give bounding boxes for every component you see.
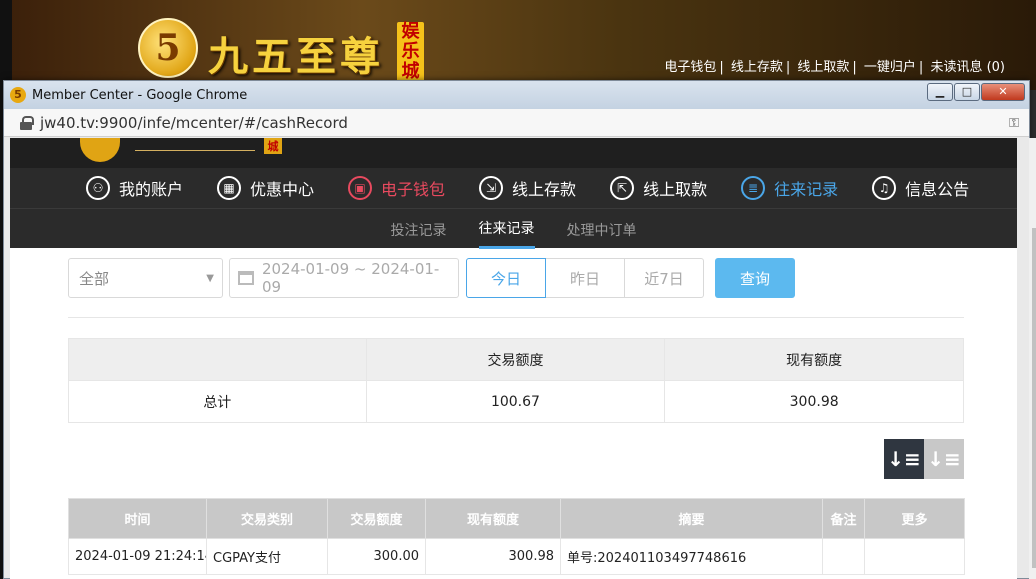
calendar-icon bbox=[238, 271, 254, 285]
top-link-wallet[interactable]: 电子钱包 bbox=[664, 60, 716, 75]
last-7-days-button[interactable]: 近7日 bbox=[625, 258, 704, 298]
summary-header-blank bbox=[68, 338, 367, 381]
type-select-value: 全部 bbox=[79, 269, 110, 288]
bell-icon: ♫ bbox=[872, 176, 897, 200]
table-row[interactable]: 2024-01-09 21:24:14 CGPAY支付 300.00 300.9… bbox=[68, 538, 965, 575]
cell-summary: 单号:202401103497748616 bbox=[560, 538, 823, 575]
divider bbox=[68, 317, 964, 318]
page-viewport: 城 ⚇ 我的账户 ▦ 优惠中心 ▣ 电子钱包 ⇲ 线上存款 ⇱ 线上取款 ≣ 往… bbox=[10, 138, 1017, 579]
nav-label: 优惠中心 bbox=[250, 180, 315, 199]
top-link-one-click[interactable]: 一键归户 bbox=[864, 60, 916, 75]
deposit-icon: ⇲ bbox=[479, 176, 504, 200]
summary-header-row: 交易额度 现有额度 bbox=[68, 338, 964, 381]
summary-row-label: 总计 bbox=[68, 380, 367, 423]
ornament-line bbox=[135, 150, 255, 151]
favicon-icon: 5 bbox=[10, 87, 26, 103]
tab-pending-orders[interactable]: 处理中订单 bbox=[567, 210, 637, 248]
address-bar[interactable]: jw40.tv:9900/infe/mcenter/#/cashRecord ⚿ bbox=[4, 109, 1029, 137]
logo-text: 九五至尊 bbox=[208, 33, 384, 80]
scrollbar-thumb[interactable] bbox=[1032, 228, 1036, 568]
filter-row: 全部 ▼ 2024-01-09 ~ 2024-01-09 今日 昨日 近7日 查… bbox=[68, 258, 795, 298]
nav-my-account[interactable]: ⚇ 我的账户 bbox=[86, 176, 183, 200]
cell-balance: 300.98 bbox=[425, 538, 561, 575]
col-summary: 摘要 bbox=[560, 498, 823, 539]
nav-announcements[interactable]: ♫ 信息公告 bbox=[872, 176, 969, 200]
lock-icon bbox=[20, 115, 34, 130]
tab-transaction-records[interactable]: 往来记录 bbox=[478, 208, 535, 249]
nav-label: 线上存款 bbox=[512, 180, 577, 199]
nav-label: 往来记录 bbox=[774, 180, 839, 199]
cell-type: CGPAY支付 bbox=[206, 538, 328, 575]
type-select[interactable]: 全部 ▼ bbox=[68, 258, 223, 298]
sort-descending-icon[interactable]: ↓≡ bbox=[884, 439, 924, 479]
col-note: 备注 bbox=[822, 498, 865, 539]
tab-bet-records[interactable]: 投注记录 bbox=[391, 210, 447, 248]
user-icon: ⚇ bbox=[86, 176, 110, 200]
url-text[interactable]: jw40.tv:9900/infe/mcenter/#/cashRecord bbox=[40, 114, 348, 132]
record-icon: ≣ bbox=[741, 176, 766, 200]
sort-ascending-icon[interactable]: ↓≡ bbox=[924, 439, 964, 479]
window-controls: ▁ □ ✕ bbox=[926, 83, 1025, 101]
col-type: 交易类别 bbox=[206, 498, 328, 539]
close-button[interactable]: ✕ bbox=[981, 83, 1025, 101]
key-icon[interactable]: ⚿ bbox=[1009, 116, 1019, 131]
mini-logo-icon bbox=[80, 138, 120, 162]
wallet-icon: ▣ bbox=[348, 176, 373, 200]
cell-time: 2024-01-09 21:24:14 bbox=[68, 538, 207, 575]
chrome-window: 5 Member Center - Google Chrome ▁ □ ✕ jw… bbox=[3, 80, 1036, 579]
site-top-links: 电子钱包 | 线上存款 | 线上取款 | 一键归户 | 未读讯息 (0) bbox=[664, 60, 1005, 75]
gift-icon: ▦ bbox=[217, 176, 242, 200]
yesterday-button[interactable]: 昨日 bbox=[546, 258, 625, 298]
chevron-down-icon: ▼ bbox=[206, 272, 214, 284]
summary-total-row: 总计 100.67 300.98 bbox=[68, 380, 964, 423]
mini-logo-badge: 城 bbox=[264, 138, 282, 154]
cell-more[interactable] bbox=[864, 538, 965, 575]
nav-records[interactable]: ≣ 往来记录 bbox=[741, 176, 838, 200]
summary-table: 交易额度 现有额度 总计 100.67 300.98 bbox=[68, 338, 964, 423]
col-time: 时间 bbox=[68, 498, 207, 539]
nav-label: 信息公告 bbox=[905, 180, 970, 199]
summary-trade-amount: 100.67 bbox=[365, 380, 666, 423]
today-button[interactable]: 今日 bbox=[466, 258, 546, 298]
sort-controls: ↓≡ ↓≡ bbox=[884, 439, 964, 479]
maximize-button[interactable]: □ bbox=[954, 83, 980, 101]
nav-label: 线上取款 bbox=[643, 180, 708, 199]
sub-nav: 投注记录 往来记录 处理中订单 bbox=[10, 208, 1017, 249]
window-title: Member Center - Google Chrome bbox=[32, 87, 248, 103]
nav-label: 我的账户 bbox=[119, 180, 184, 199]
summary-header-trade: 交易额度 bbox=[365, 338, 666, 381]
withdraw-icon: ⇱ bbox=[610, 176, 635, 200]
logo-icon: 5 bbox=[138, 18, 198, 78]
search-button[interactable]: 查询 bbox=[715, 258, 795, 298]
col-amount: 交易额度 bbox=[327, 498, 426, 539]
date-range-input[interactable]: 2024-01-09 ~ 2024-01-09 bbox=[229, 258, 459, 298]
col-more: 更多 bbox=[864, 498, 965, 539]
cell-amount: 300.00 bbox=[327, 538, 426, 575]
records-header-row: 时间 交易类别 交易额度 现有额度 摘要 备注 更多 bbox=[68, 498, 965, 539]
main-nav: ⚇ 我的账户 ▦ 优惠中心 ▣ 电子钱包 ⇲ 线上存款 ⇱ 线上取款 ≣ 往来记… bbox=[10, 168, 1017, 208]
top-link-withdraw[interactable]: 线上取款 bbox=[797, 60, 849, 75]
nav-withdraw[interactable]: ⇱ 线上取款 bbox=[610, 176, 707, 200]
nav-promotions[interactable]: ▦ 优惠中心 bbox=[217, 176, 314, 200]
nav-deposit[interactable]: ⇲ 线上存款 bbox=[479, 176, 576, 200]
records-table: 时间 交易类别 交易额度 现有额度 摘要 备注 更多 2024-01-09 21… bbox=[68, 498, 965, 575]
site-top-strip: 城 bbox=[10, 138, 1017, 168]
page-scrollbar[interactable] bbox=[1029, 138, 1036, 579]
nav-label: 电子钱包 bbox=[381, 180, 446, 199]
summary-header-balance: 现有额度 bbox=[664, 338, 964, 381]
col-balance: 现有额度 bbox=[425, 498, 561, 539]
top-link-unread[interactable]: 未读讯息 (0) bbox=[930, 60, 1005, 75]
logo-badge: 娱乐城 bbox=[397, 22, 424, 84]
window-titlebar[interactable]: 5 Member Center - Google Chrome ▁ □ ✕ bbox=[4, 81, 1029, 109]
nav-e-wallet[interactable]: ▣ 电子钱包 bbox=[348, 176, 445, 200]
summary-current-amount: 300.98 bbox=[664, 380, 964, 423]
cell-note bbox=[822, 538, 865, 575]
date-range-value: 2024-01-09 ~ 2024-01-09 bbox=[261, 260, 440, 296]
minimize-button[interactable]: ▁ bbox=[927, 83, 953, 101]
top-link-deposit[interactable]: 线上存款 bbox=[731, 60, 783, 75]
